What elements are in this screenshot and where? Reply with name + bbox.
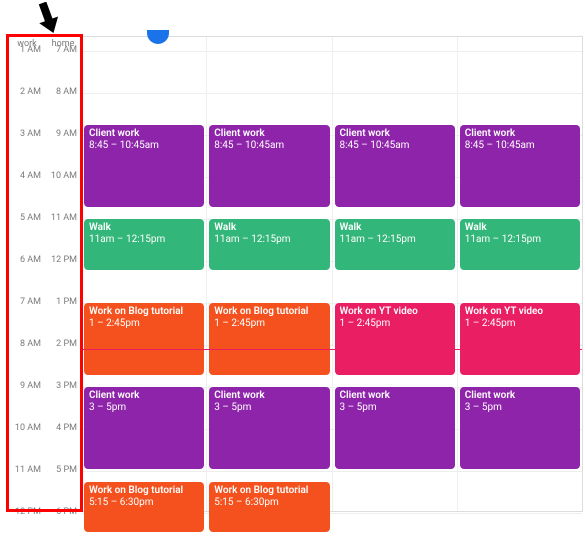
hour-label: 2 AM xyxy=(20,87,41,97)
calendar-event[interactable]: Client work3 – 5pm xyxy=(460,387,580,469)
timezone-column-work: work 1 AM2 AM3 AM4 AM5 AM6 AM7 AM8 AM9 A… xyxy=(9,37,45,511)
calendar-event[interactable]: Client work8:45 – 10:45am xyxy=(460,125,580,207)
event-time: 1 – 2:45pm xyxy=(465,318,575,330)
event-title: Client work xyxy=(340,128,450,140)
event-time: 3 – 5pm xyxy=(214,402,324,414)
event-time: 5:15 – 6:30pm xyxy=(89,497,199,509)
event-title: Work on Blog tutorial xyxy=(89,306,199,318)
hour-label: 6 PM xyxy=(56,507,77,517)
event-time: 1 – 2:45pm xyxy=(214,318,324,330)
hour-label: 5 PM xyxy=(56,465,77,475)
hour-label: 7 AM xyxy=(20,297,41,307)
event-title: Work on Blog tutorial xyxy=(89,485,199,497)
event-time: 11am – 12:15pm xyxy=(465,234,575,246)
hour-label: 9 AM xyxy=(20,381,41,391)
event-title: Client work xyxy=(89,390,199,402)
event-time: 5:15 – 6:30pm xyxy=(214,497,324,509)
calendar-event[interactable]: Walk11am – 12:15pm xyxy=(460,219,580,270)
event-title: Walk xyxy=(340,222,450,234)
event-title: Walk xyxy=(465,222,575,234)
event-title: Work on YT video xyxy=(340,306,450,318)
hour-label: 7 AM xyxy=(56,45,77,55)
event-time: 11am – 12:15pm xyxy=(214,234,324,246)
calendar-event[interactable]: Client work8:45 – 10:45am xyxy=(209,125,329,207)
event-title: Walk xyxy=(89,222,199,234)
hour-label: 10 AM xyxy=(15,423,41,433)
calendar-event[interactable]: Client work3 – 5pm xyxy=(335,387,455,469)
event-time: 8:45 – 10:45am xyxy=(214,140,324,152)
event-title: Client work xyxy=(465,128,575,140)
hour-label: 4 PM xyxy=(56,423,77,433)
event-time: 11am – 12:15pm xyxy=(89,234,199,246)
calendar-event[interactable]: Walk11am – 12:15pm xyxy=(84,219,204,270)
event-title: Work on Blog tutorial xyxy=(214,306,324,318)
time-slot: 12 PM xyxy=(9,513,45,555)
annotation-arrow-icon xyxy=(36,2,62,40)
day-column[interactable]: Client work8:45 – 10:45amWalk11am – 12:1… xyxy=(332,37,457,511)
event-time: 8:45 – 10:45am xyxy=(89,140,199,152)
calendar-event[interactable]: Client work8:45 – 10:45am xyxy=(335,125,455,207)
timezone-column-home: home 7 AM8 AM9 AM10 AM11 AM12 PM1 PM2 PM… xyxy=(45,37,81,511)
calendar-days-grid[interactable]: Client work8:45 – 10:45amWalk11am – 12:1… xyxy=(81,37,582,511)
hour-label: 1 PM xyxy=(56,297,77,307)
day-column[interactable]: Client work8:45 – 10:45amWalk11am – 12:1… xyxy=(457,37,582,511)
event-time: 1 – 2:45pm xyxy=(340,318,450,330)
hour-label: 9 AM xyxy=(56,129,77,139)
calendar-event[interactable]: Client work3 – 5pm xyxy=(209,387,329,469)
event-title: Client work xyxy=(214,128,324,140)
time-slot: 6 PM xyxy=(45,513,81,555)
hour-label: 1 AM xyxy=(20,45,41,55)
event-title: Client work xyxy=(89,128,199,140)
now-indicator xyxy=(81,349,582,350)
calendar-event[interactable]: Work on Blog tutorial1 – 2:45pm xyxy=(209,303,329,375)
hour-label: 12 PM xyxy=(15,507,41,517)
event-title: Work on Blog tutorial xyxy=(214,485,324,497)
calendar-event[interactable]: Walk11am – 12:15pm xyxy=(209,219,329,270)
hour-label: 4 AM xyxy=(20,171,41,181)
calendar-event[interactable]: Walk11am – 12:15pm xyxy=(335,219,455,270)
hour-label: 3 PM xyxy=(56,381,77,391)
hour-label: 8 AM xyxy=(20,339,41,349)
day-column[interactable]: Client work8:45 – 10:45amWalk11am – 12:1… xyxy=(81,37,206,511)
calendar-event[interactable]: Client work8:45 – 10:45am xyxy=(84,125,204,207)
event-time: 3 – 5pm xyxy=(89,402,199,414)
hour-label: 6 AM xyxy=(20,255,41,265)
event-time: 1 – 2:45pm xyxy=(89,318,199,330)
event-time: 11am – 12:15pm xyxy=(340,234,450,246)
calendar-container: work 1 AM2 AM3 AM4 AM5 AM6 AM7 AM8 AM9 A… xyxy=(8,36,583,512)
hour-label: 3 AM xyxy=(20,129,41,139)
event-title: Client work xyxy=(340,390,450,402)
hour-label: 12 PM xyxy=(51,255,77,265)
event-time: 8:45 – 10:45am xyxy=(340,140,450,152)
calendar-event[interactable]: Work on Blog tutorial5:15 – 6:30pm xyxy=(209,482,329,533)
hour-label: 10 AM xyxy=(51,171,77,181)
calendar-event[interactable]: Work on YT video1 – 2:45pm xyxy=(335,303,455,375)
calendar-event[interactable]: Work on YT video1 – 2:45pm xyxy=(460,303,580,375)
event-time: 3 – 5pm xyxy=(340,402,450,414)
calendar-event[interactable]: Work on Blog tutorial1 – 2:45pm xyxy=(84,303,204,375)
event-title: Client work xyxy=(214,390,324,402)
hour-label: 11 AM xyxy=(15,465,41,475)
event-title: Work on YT video xyxy=(465,306,575,318)
event-title: Walk xyxy=(214,222,324,234)
hour-label: 8 AM xyxy=(56,87,77,97)
calendar-event[interactable]: Work on Blog tutorial5:15 – 6:30pm xyxy=(84,482,204,533)
event-time: 8:45 – 10:45am xyxy=(465,140,575,152)
event-title: Client work xyxy=(465,390,575,402)
hour-label: 2 PM xyxy=(56,339,77,349)
event-time: 3 – 5pm xyxy=(465,402,575,414)
day-column[interactable]: Client work8:45 – 10:45amWalk11am – 12:1… xyxy=(206,37,331,511)
calendar-event[interactable]: Client work3 – 5pm xyxy=(84,387,204,469)
hour-label: 5 AM xyxy=(20,213,41,223)
hour-label: 11 AM xyxy=(51,213,77,223)
